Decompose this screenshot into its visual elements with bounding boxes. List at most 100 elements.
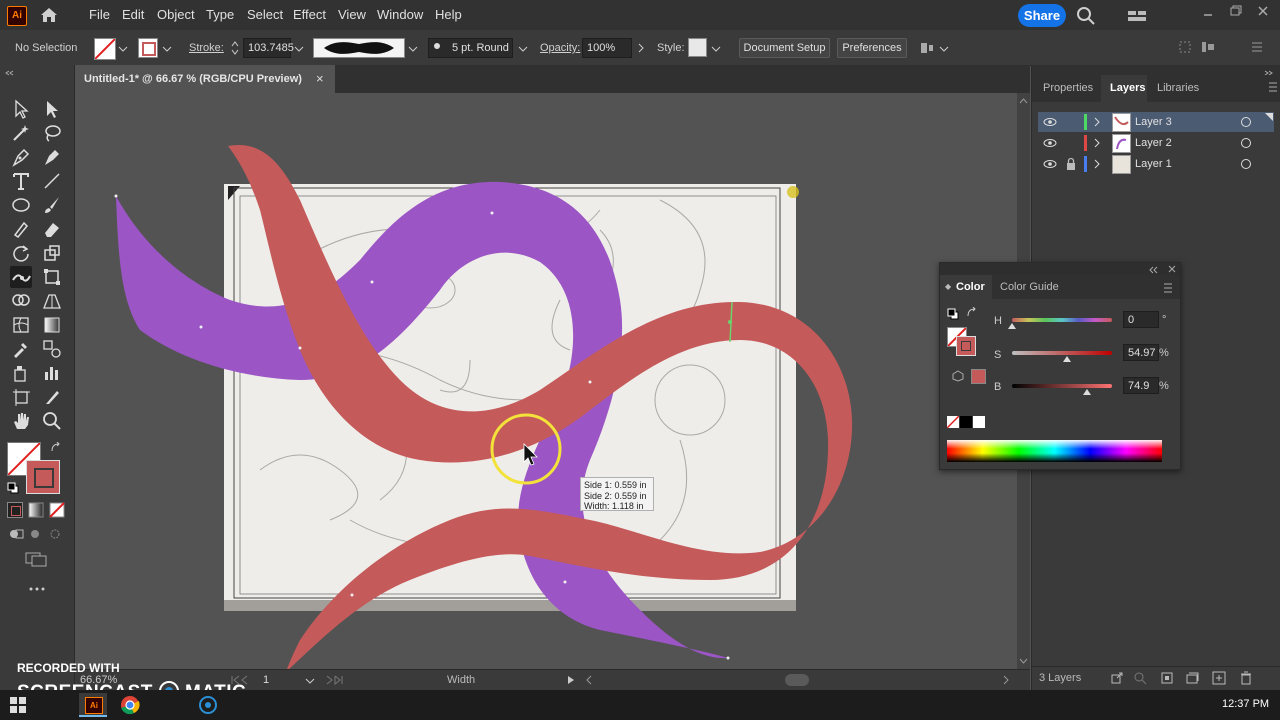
- white-swatch[interactable]: [973, 416, 985, 428]
- chrome-taskbar-icon[interactable]: [120, 695, 140, 715]
- screen-mode-icon[interactable]: [24, 551, 48, 567]
- layer-name[interactable]: Layer 2: [1135, 137, 1172, 149]
- saturation-value-input[interactable]: 54.97: [1123, 344, 1159, 361]
- chevron-down-icon[interactable]: [518, 44, 528, 54]
- document-tab[interactable]: Untitled-1* @ 66.67 % (RGB/CPU Preview) …: [75, 65, 335, 93]
- color-mode-icon[interactable]: [7, 502, 23, 518]
- curvature-tool-icon[interactable]: [41, 146, 63, 168]
- mesh-tool-icon[interactable]: [10, 314, 32, 336]
- close-icon[interactable]: [1167, 264, 1177, 274]
- opacity-label[interactable]: Opacity:: [540, 42, 580, 54]
- gradient-tool-icon[interactable]: [41, 314, 63, 336]
- align-icon[interactable]: [918, 39, 936, 57]
- hue-value-input[interactable]: 0: [1123, 311, 1159, 328]
- menu-object[interactable]: Object: [157, 7, 195, 22]
- draw-inside-icon[interactable]: [48, 527, 62, 541]
- draw-behind-icon[interactable]: [28, 527, 44, 541]
- scroll-left-icon[interactable]: [585, 675, 593, 685]
- hue-slider-thumb[interactable]: [1008, 323, 1016, 329]
- tab-libraries[interactable]: Libraries: [1157, 82, 1199, 94]
- brightness-slider-track[interactable]: [1012, 384, 1112, 388]
- panel-menu-icon[interactable]: [1163, 283, 1173, 293]
- menu-effect[interactable]: Effect: [293, 7, 326, 22]
- transform-icon[interactable]: [1178, 40, 1192, 54]
- none-swatch[interactable]: [946, 415, 960, 429]
- illustrator-taskbar-icon[interactable]: Ai: [79, 693, 107, 717]
- chevron-down-icon[interactable]: [294, 44, 304, 54]
- rotate-tool-icon[interactable]: [10, 242, 32, 264]
- closest-color-swatch[interactable]: [971, 369, 986, 384]
- layer-row[interactable]: Layer 3: [1038, 112, 1274, 132]
- line-segment-tool-icon[interactable]: [41, 170, 63, 192]
- graphic-style-swatch[interactable]: [688, 38, 707, 57]
- lock-icon[interactable]: [1065, 157, 1077, 171]
- tab-properties[interactable]: Properties: [1043, 82, 1093, 94]
- slice-tool-icon[interactable]: [41, 386, 63, 408]
- menu-window[interactable]: Window: [377, 7, 423, 22]
- pen-tool-icon[interactable]: [10, 146, 32, 168]
- selection-tool-icon[interactable]: [10, 98, 32, 120]
- horizontal-scroll-thumb[interactable]: [785, 674, 809, 686]
- layer-name[interactable]: Layer 3: [1135, 116, 1172, 128]
- target-circle-icon[interactable]: [1241, 159, 1251, 169]
- ellipse-tool-icon[interactable]: [10, 194, 32, 216]
- chevron-down-icon[interactable]: [408, 44, 418, 54]
- windows-start-icon[interactable]: [10, 697, 26, 713]
- collapse-panel-icon[interactable]: [5, 67, 15, 76]
- visibility-eye-icon[interactable]: [1043, 116, 1057, 128]
- status-menu-arrow-icon[interactable]: [567, 675, 575, 685]
- share-button[interactable]: Share: [1018, 4, 1066, 27]
- shape-builder-tool-icon[interactable]: [10, 290, 32, 312]
- none-mode-icon[interactable]: [49, 502, 65, 518]
- lasso-tool-icon[interactable]: [41, 122, 63, 144]
- chevron-right-icon[interactable]: [1093, 138, 1101, 148]
- scale-tool-icon[interactable]: [41, 242, 63, 264]
- restore-icon[interactable]: [1229, 4, 1243, 18]
- new-sublayer-icon[interactable]: [1185, 671, 1199, 685]
- menu-edit[interactable]: Edit: [122, 7, 144, 22]
- taskbar-clock[interactable]: 12:37 PM: [1222, 698, 1269, 710]
- column-graph-tool-icon[interactable]: [41, 362, 63, 384]
- blend-tool-icon[interactable]: [41, 338, 63, 360]
- fill-swatch[interactable]: [94, 38, 116, 60]
- tab-layers[interactable]: Layers: [1110, 82, 1145, 94]
- shaper-tool-icon[interactable]: [10, 218, 32, 240]
- panel-menu-icon[interactable]: [1250, 40, 1264, 54]
- paintbrush-tool-icon[interactable]: [41, 194, 63, 216]
- opacity-input[interactable]: 100%: [582, 38, 632, 58]
- workspace-switcher-icon[interactable]: [1127, 9, 1147, 23]
- last-artboard-icon[interactable]: [325, 675, 355, 686]
- delete-layer-icon[interactable]: [1239, 671, 1253, 685]
- zoom-tool-icon[interactable]: [41, 410, 63, 432]
- stroke-swatch[interactable]: [138, 38, 158, 58]
- stroke-label[interactable]: Stroke:: [189, 42, 224, 54]
- artboard-number[interactable]: 1: [263, 674, 269, 686]
- menu-help[interactable]: Help: [435, 7, 462, 22]
- stroke-indicator[interactable]: [26, 460, 60, 494]
- brightness-value-input[interactable]: 74.9: [1123, 377, 1159, 394]
- swap-colors-icon[interactable]: [966, 306, 978, 319]
- home-icon[interactable]: [38, 5, 60, 25]
- hue-slider-track[interactable]: [1012, 318, 1112, 322]
- preferences-button[interactable]: Preferences: [837, 38, 907, 58]
- layer-row[interactable]: Layer 1: [1038, 154, 1274, 174]
- arrange-icon[interactable]: [1200, 40, 1218, 54]
- close-tab-icon[interactable]: ×: [316, 71, 324, 86]
- hand-tool-icon[interactable]: [10, 410, 32, 432]
- menu-view[interactable]: View: [338, 7, 366, 22]
- chevron-down-icon[interactable]: [118, 44, 128, 54]
- screencast-taskbar-icon[interactable]: [198, 695, 218, 715]
- panel-menu-icon[interactable]: [1268, 82, 1278, 92]
- visibility-eye-icon[interactable]: [1043, 158, 1057, 170]
- stroke-weight-input[interactable]: 103.7485: [243, 38, 294, 58]
- variable-width-profile[interactable]: [313, 38, 405, 58]
- chevron-down-icon[interactable]: [939, 44, 949, 54]
- search-icon[interactable]: [1076, 6, 1096, 26]
- menu-file[interactable]: File: [89, 7, 110, 22]
- brush-definition-select[interactable]: 5 pt. Round: [428, 38, 513, 58]
- target-circle-icon[interactable]: [1241, 138, 1251, 148]
- chevron-down-icon[interactable]: [305, 676, 315, 686]
- magic-wand-tool-icon[interactable]: [10, 122, 32, 144]
- type-tool-icon[interactable]: [10, 170, 32, 192]
- target-circle-icon[interactable]: [1241, 117, 1251, 127]
